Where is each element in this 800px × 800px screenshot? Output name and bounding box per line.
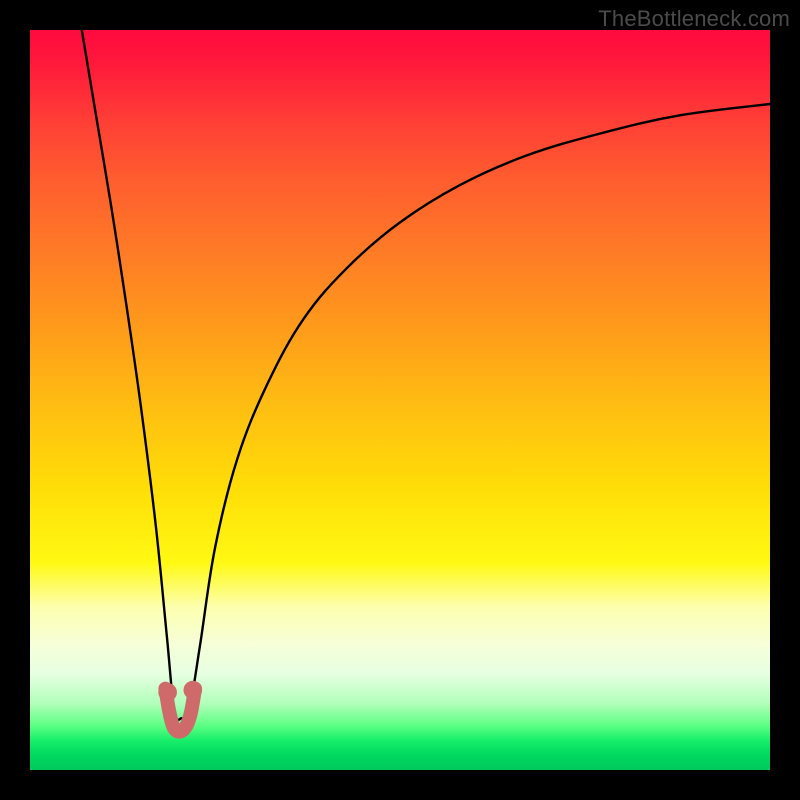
highlight-dot [158,683,177,702]
watermark-text: TheBottleneck.com [598,6,790,32]
plot-area [30,30,770,770]
highlight-dot [183,681,202,700]
curve-layer [30,30,770,770]
highlight-dots [158,681,202,702]
chart-frame: TheBottleneck.com [0,0,800,800]
bottleneck-curve [82,30,770,720]
